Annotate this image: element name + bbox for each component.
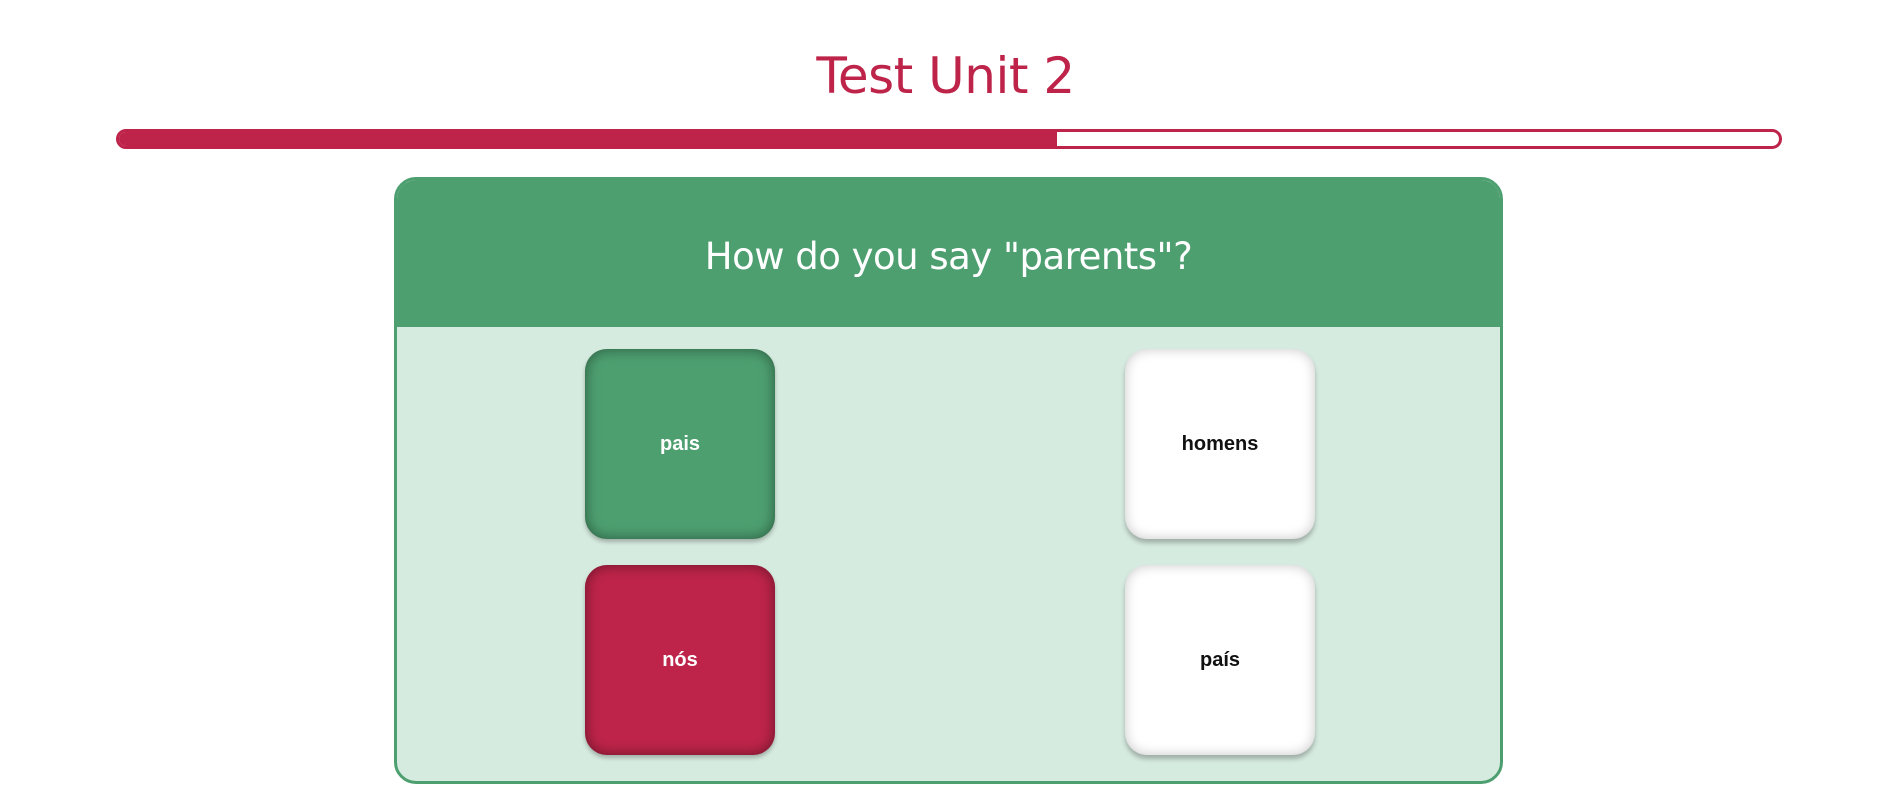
answer-option-nos[interactable]: nós <box>585 565 775 755</box>
answer-grid: pais homens nós país <box>397 327 1500 781</box>
question-header: How do you say "parents"? <box>397 180 1500 327</box>
progress-bar-fill <box>119 132 1057 146</box>
answer-option-label: país <box>1199 648 1241 671</box>
page-title: Test Unit 2 <box>816 47 1075 105</box>
answer-option-label: pais <box>659 432 701 455</box>
answer-option-pais[interactable]: pais <box>585 349 775 539</box>
answer-option-pais-accented[interactable]: país <box>1125 565 1315 755</box>
answer-option-homens[interactable]: homens <box>1125 349 1315 539</box>
question-text: How do you say "parents"? <box>704 235 1193 278</box>
answer-option-label: nós <box>662 648 698 671</box>
answer-option-label: homens <box>1181 432 1259 455</box>
question-card: How do you say "parents"? pais homens nó… <box>394 177 1503 784</box>
progress-bar <box>116 129 1782 149</box>
